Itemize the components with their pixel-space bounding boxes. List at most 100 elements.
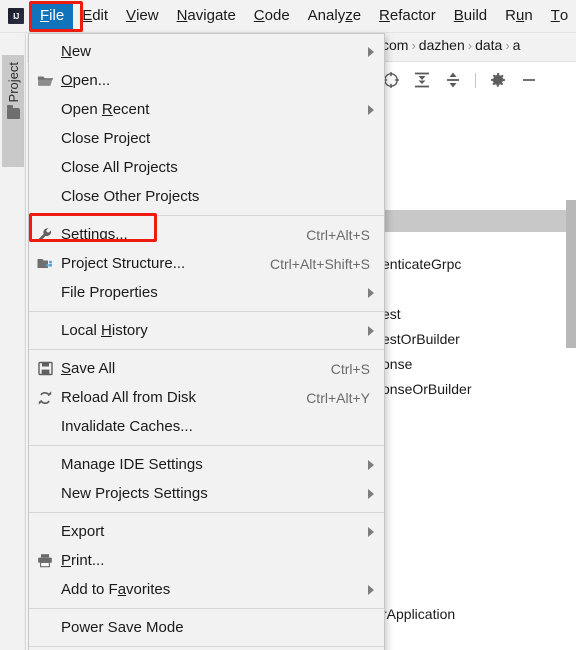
sidebar-item-project[interactable]: Project [2, 55, 24, 167]
menu-item-print[interactable]: Print... [29, 546, 384, 575]
menu-item-close-project[interactable]: Close Project [29, 124, 384, 153]
folder-icon [6, 105, 20, 120]
menu-item-label: Local History [61, 322, 148, 339]
menu-item-label: Close Project [61, 130, 151, 147]
menu-item-local-history[interactable]: Local History [29, 316, 384, 345]
menubar-label-mnemonic: N [176, 7, 188, 24]
menu-separator [29, 349, 384, 350]
menu-item-label: Close Other Projects [61, 188, 200, 205]
menubar-label-mnemonic: T [550, 7, 560, 24]
menu-item-project-structure[interactable]: Project Structure... Ctrl+Alt+Shift+S [29, 249, 384, 278]
project-view-toolbar [382, 66, 538, 94]
menubar-label: R [505, 7, 516, 24]
breadcrumb-item[interactable]: a [513, 37, 521, 53]
tree-selected-row[interactable] [382, 210, 566, 232]
chevron-right-icon: › [467, 37, 473, 53]
menu-item-power-save-mode[interactable]: Power Save Mode [29, 613, 384, 642]
menubar-item-edit[interactable]: Edit [73, 3, 117, 29]
breadcrumb-item[interactable]: dazhen [419, 37, 465, 53]
menu-separator [29, 646, 384, 647]
tree-item-label[interactable]: onseOrBuilder [382, 381, 472, 397]
no-icon [29, 182, 61, 211]
tree-item-label[interactable]: rApplication [382, 606, 455, 622]
menu-separator [29, 215, 384, 216]
menubar-item-view[interactable]: View [117, 3, 168, 29]
menu-item-label: Open Recent [61, 101, 150, 118]
menubar-label-mnemonic: R [379, 7, 390, 24]
menu-item-file-properties[interactable]: File Properties [29, 278, 384, 307]
menubar-label-mnemonic: V [126, 7, 137, 24]
menu-item-label: Add to Favorites [61, 581, 171, 598]
scrollbar-thumb[interactable] [566, 200, 576, 348]
project-tree-panel [382, 95, 576, 650]
submenu-arrow-icon [362, 584, 384, 595]
menubar-item-file[interactable]: File [31, 3, 74, 29]
menu-item-open[interactable]: Open... [29, 66, 384, 95]
expand-all-icon[interactable] [413, 71, 431, 89]
menu-item-label: Close All Projects [61, 159, 178, 176]
menu-item-save-all[interactable]: Save All Ctrl+S [29, 354, 384, 383]
tree-item-label[interactable]: onse [382, 356, 412, 372]
scrollbar-track[interactable] [566, 95, 576, 650]
menubar-item-tools[interactable]: To [542, 3, 576, 29]
menu-item-label: Manage IDE Settings [61, 456, 203, 473]
menu-item-export[interactable]: Export [29, 517, 384, 546]
breadcrumb: com › dazhen › data › a [382, 37, 520, 53]
menu-item-close-all-projects[interactable]: Close All Projects [29, 153, 384, 182]
printer-icon [29, 546, 61, 575]
menubar-label: efactor [389, 7, 436, 24]
menubar-item-build[interactable]: Build [445, 3, 496, 29]
menu-item-shortcut: Ctrl+Alt+Shift+S [270, 255, 370, 272]
menu-item-settings[interactable]: Settings... Ctrl+Alt+S [29, 220, 384, 249]
breadcrumb-item[interactable]: com [382, 37, 408, 53]
tool-window-stripe-left: Project [0, 33, 26, 650]
menubar-item-refactor[interactable]: Refactor [370, 3, 445, 29]
toolbar-divider [475, 72, 476, 88]
submenu-arrow-icon [362, 287, 384, 298]
no-icon [29, 517, 61, 546]
menu-item-shortcut: Ctrl+Alt+S [306, 226, 370, 243]
menubar-label: n [524, 7, 533, 24]
menu-item-open-recent[interactable]: Open Recent [29, 95, 384, 124]
menubar-item-run[interactable]: Run [496, 3, 542, 29]
collapse-all-icon[interactable] [444, 71, 462, 89]
menu-separator [29, 445, 384, 446]
no-icon [29, 95, 61, 124]
menubar-item-analyze[interactable]: Analy z e [299, 3, 370, 29]
hide-minimize-icon[interactable] [520, 71, 538, 89]
menu-item-label: Save All [61, 360, 116, 377]
breadcrumb-item[interactable]: data [475, 37, 502, 53]
tree-item-label[interactable]: enticateGrpc [382, 256, 461, 272]
main-menu-bar: File Edit View Navigate Code Analyze Ref… [0, 0, 576, 33]
no-icon [29, 124, 61, 153]
submenu-arrow-icon [362, 526, 384, 537]
menu-item-add-to-favorites[interactable]: Add to Favorites [29, 575, 384, 604]
menubar-label: o [559, 7, 569, 24]
tree-item-label[interactable]: estOrBuilder [382, 331, 460, 347]
menubar-label-mnemonic: C [253, 7, 265, 24]
menubar-item-navigate[interactable]: Navigate [168, 3, 245, 29]
no-icon [29, 278, 61, 307]
submenu-arrow-icon [362, 325, 384, 336]
menu-item-label: Open... [61, 72, 111, 89]
menubar-label: iew [136, 7, 159, 24]
menubar-item-code[interactable]: Code [245, 3, 299, 29]
menu-item-manage-ide-settings[interactable]: Manage IDE Settings [29, 450, 384, 479]
menu-item-new[interactable]: New [29, 37, 384, 66]
chevron-right-icon: › [411, 37, 416, 53]
menu-item-reload-all-from-disk[interactable]: Reload All from Disk Ctrl+Alt+Y [29, 383, 384, 412]
settings-gear-icon[interactable] [489, 71, 507, 89]
menu-item-label: New [61, 43, 92, 60]
file-dropdown-menu: New Open... Open Recent Close Project Cl… [28, 33, 385, 650]
submenu-arrow-icon [362, 104, 384, 115]
menu-item-shortcut: Ctrl+S [330, 360, 370, 377]
menu-item-new-projects-settings[interactable]: New Projects Settings [29, 479, 384, 508]
menu-item-close-other-projects[interactable]: Close Other Projects [29, 182, 384, 211]
menu-item-invalidate-caches[interactable]: Invalidate Caches... [29, 412, 384, 441]
menu-item-label: Power Save Mode [61, 619, 184, 636]
menubar-label-mnemonic: B [453, 7, 464, 24]
menu-item-label: Reload All from Disk [61, 389, 197, 406]
sidebar-item-label: Project [5, 62, 21, 103]
submenu-arrow-icon [362, 46, 384, 57]
menubar-label-mnemonic: u [515, 7, 525, 24]
